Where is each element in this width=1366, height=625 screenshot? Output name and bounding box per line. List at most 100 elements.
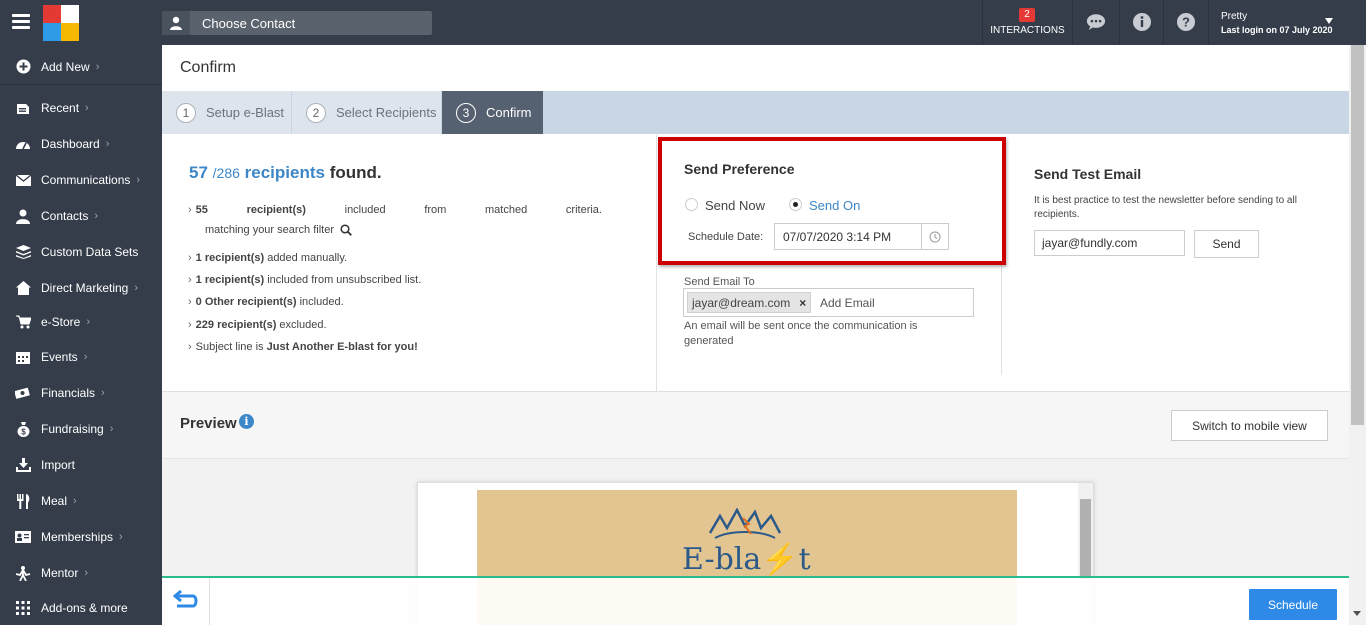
choose-contact-label: Choose Contact <box>202 16 296 31</box>
sidebar-item-add-new[interactable]: Add New › <box>0 49 162 85</box>
send-test-email-title: Send Test Email <box>1034 166 1142 182</box>
criteria-line-other: › 0 Other recipient(s) included. <box>188 296 344 308</box>
info-icon[interactable] <box>1132 12 1152 32</box>
criteria-text: included from unsubscribed list. <box>264 274 422 286</box>
sidebar-item-custom-data-sets[interactable]: Custom Data Sets <box>0 234 162 270</box>
send-now-label[interactable]: Send Now <box>705 198 765 213</box>
app-logo[interactable] <box>43 5 79 41</box>
sidebar-item-label: Mentor <box>41 566 79 580</box>
criteria-text: Subject line is <box>195 341 267 353</box>
step-label: Setup e-Blast <box>206 105 285 120</box>
sidebar-item-e-store[interactable]: e-Store › <box>0 304 162 340</box>
sidebar-item-meal[interactable]: Meal › <box>0 483 162 519</box>
criteria-bold: 229 recipient(s) <box>195 319 277 331</box>
scroll-down-arrow-icon[interactable] <box>1353 611 1361 616</box>
sidebar-item-label: Events <box>41 350 78 364</box>
chevron-right-icon: › <box>95 60 100 73</box>
last-login-text: Last login on 07 July 2020 <box>1221 25 1333 35</box>
chevron-right-icon: › <box>94 210 99 222</box>
step-confirm[interactable]: 3 Confirm <box>442 91 543 134</box>
step-number: 2 <box>306 102 326 123</box>
sidebar-item-recent[interactable]: Recent › <box>0 90 162 126</box>
interactions-button[interactable]: 2 INTERACTIONS <box>983 0 1072 45</box>
recent-icon <box>15 100 31 116</box>
wizard-steps: 1 Setup e-Blast 2 Select Recipients 3 Co… <box>162 91 1349 134</box>
info-icon[interactable]: i <box>239 414 254 429</box>
chevron-down-icon[interactable] <box>1325 18 1333 24</box>
sidebar-item-events[interactable]: Events › <box>0 339 162 375</box>
choose-contact-field[interactable]: Choose Contact <box>162 11 432 35</box>
email-chip-text: jayar@dream.com <box>692 295 791 310</box>
chevron-right-icon: › <box>101 387 105 399</box>
step-setup-eblast[interactable]: 1 Setup e-Blast <box>162 91 291 134</box>
schedule-date-label: Schedule Date: <box>688 231 764 243</box>
sidebar-item-add-ons[interactable]: Add-ons & more <box>0 590 162 625</box>
sidebar-item-import[interactable]: Import <box>0 447 162 483</box>
send-on-label[interactable]: Send On <box>809 198 860 213</box>
svg-text:?: ? <box>1182 15 1190 30</box>
send-test-button[interactable]: Send <box>1194 230 1259 258</box>
send-on-radio[interactable] <box>789 198 802 211</box>
search-icon[interactable] <box>340 224 352 236</box>
recipients-count: 57 <box>189 163 208 182</box>
step-number: 3 <box>456 102 476 123</box>
chat-icon[interactable] <box>1086 12 1106 32</box>
schedule-date-input[interactable]: 07/07/2020 3:14 PM <box>774 223 949 250</box>
help-icon[interactable]: ? <box>1176 12 1196 32</box>
chevron-right-icon: › <box>85 102 89 114</box>
divider <box>1001 265 1002 375</box>
plus-circle-icon <box>15 59 31 75</box>
criteria-line-unsubscribed: › 1 recipient(s) included from unsubscrib… <box>188 274 422 286</box>
send-now-radio[interactable] <box>685 198 698 211</box>
sidebar-item-label: e-Store <box>41 315 81 329</box>
eblast-banner-text: E-bla⚡t <box>682 542 811 577</box>
sidebar-item-label: Communications <box>41 173 131 187</box>
step-number: 1 <box>176 102 196 123</box>
sidebar-item-financials[interactable]: Financials › <box>0 375 162 411</box>
import-icon <box>15 457 31 473</box>
send-email-to-field[interactable]: jayar@dream.com × Add Email <box>683 288 974 317</box>
user-menu[interactable]: Pretty Last login on 07 July 2020 <box>1221 11 1333 35</box>
remove-chip-icon[interactable]: × <box>799 296 806 310</box>
back-button[interactable] <box>162 578 210 625</box>
svg-text:$: $ <box>21 427 26 436</box>
sidebar-item-fundraising[interactable]: $ Fundraising › <box>0 411 162 447</box>
step-select-recipients[interactable]: 2 Select Recipients <box>292 91 441 134</box>
moneybag-icon: $ <box>15 421 31 437</box>
sidebar-item-direct-marketing[interactable]: Direct Marketing › <box>0 270 162 306</box>
sidebar-item-memberships[interactable]: Memberships › <box>0 519 162 555</box>
test-email-input[interactable]: jayar@fundly.com <box>1034 230 1185 256</box>
scrollbar-thumb[interactable] <box>1351 45 1364 425</box>
schedule-button[interactable]: Schedule <box>1249 589 1337 620</box>
page-scrollbar[interactable] <box>1349 45 1366 625</box>
preview-title: Preview <box>180 415 237 432</box>
meal-icon <box>15 493 31 509</box>
step-label: Select Recipients <box>336 105 437 120</box>
database-icon <box>15 244 31 260</box>
user-icon <box>162 11 190 35</box>
sidebar-item-label: Add New <box>41 59 90 74</box>
home-icon <box>15 280 31 296</box>
divider <box>1119 0 1120 45</box>
sidebar-item-dashboard[interactable]: Dashboard › <box>0 126 162 162</box>
hamburger-menu-icon[interactable] <box>12 14 30 30</box>
sidebar-item-mentor[interactable]: Mentor › <box>0 555 162 591</box>
sidebar-item-contacts[interactable]: Contacts › <box>0 198 162 234</box>
criteria-text: included. <box>296 296 344 308</box>
add-email-input[interactable]: Add Email <box>820 296 875 310</box>
matched-count: 55 <box>195 204 208 216</box>
sidebar-item-label: Direct Marketing <box>41 281 129 295</box>
sidebar-item-communications[interactable]: Communications › <box>0 162 162 198</box>
criteria-word: included <box>344 204 386 216</box>
clock-icon[interactable] <box>921 224 948 249</box>
scrollbar-thumb[interactable] <box>1080 499 1091 579</box>
chevron-right-icon: › <box>73 495 77 507</box>
divider <box>656 135 657 391</box>
step-label: Confirm <box>486 105 532 120</box>
switch-mobile-view-button[interactable]: Switch to mobile view <box>1171 410 1328 441</box>
calendar-icon <box>15 349 31 365</box>
chevron-right-icon: › <box>105 138 110 150</box>
chevron-right-icon: › <box>134 282 139 294</box>
divider <box>1072 0 1073 45</box>
divider <box>1208 0 1209 45</box>
